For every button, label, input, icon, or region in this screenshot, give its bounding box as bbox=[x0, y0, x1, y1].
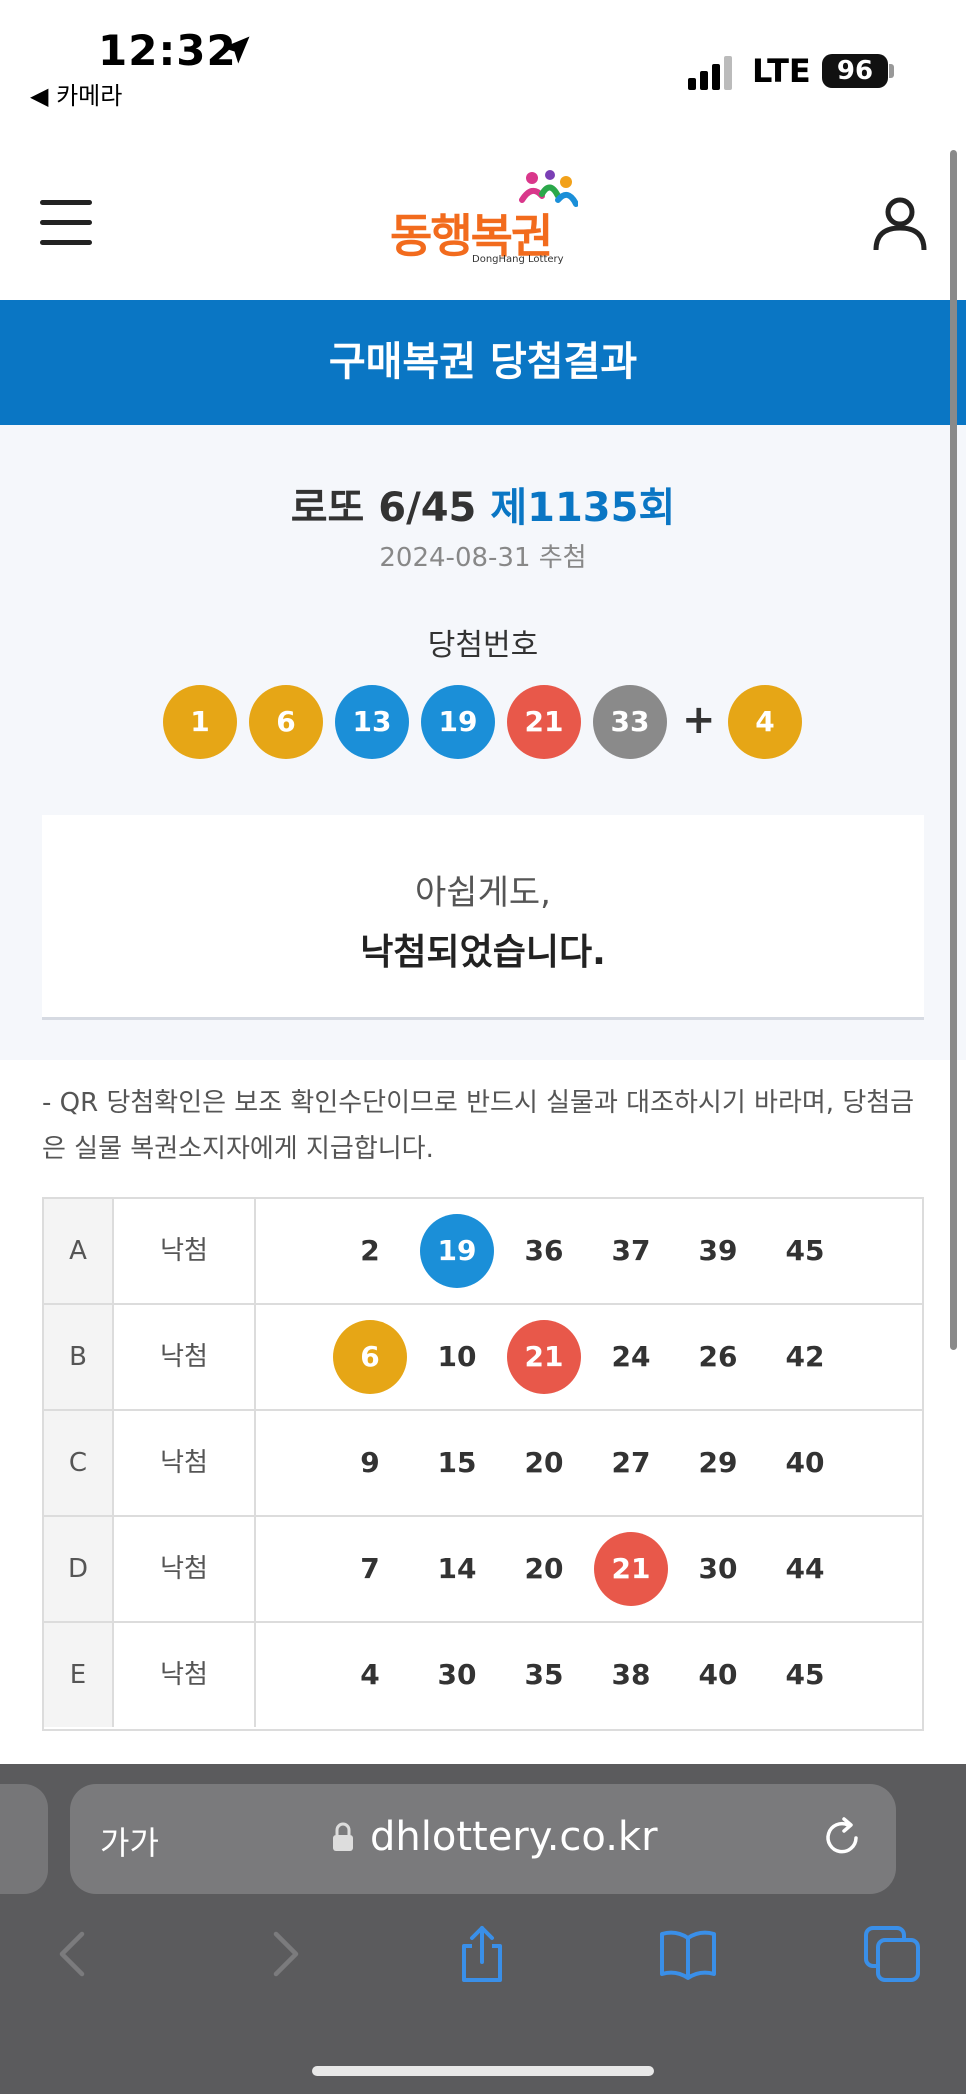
ticket-number: 7 bbox=[360, 1552, 380, 1585]
ticket-number-matched: 6 bbox=[333, 1320, 407, 1394]
ticket-number: 44 bbox=[785, 1552, 825, 1585]
ticket-number: 20 bbox=[524, 1446, 564, 1479]
ticket-number: 29 bbox=[698, 1446, 738, 1479]
share-icon[interactable] bbox=[452, 1924, 512, 1984]
game-result: 낙첨 bbox=[114, 1199, 256, 1303]
ticket-number: 40 bbox=[698, 1658, 738, 1691]
game-result: 낙첨 bbox=[114, 1623, 256, 1727]
ticket-number: 45 bbox=[785, 1658, 825, 1691]
logo-subtitle: DongHang Lottery bbox=[472, 254, 564, 265]
result-message-line1: 아쉽게도, bbox=[415, 873, 551, 913]
ticket-number: 14 bbox=[437, 1552, 477, 1585]
game-result: 낙첨 bbox=[114, 1411, 256, 1515]
forward-chevron-icon[interactable] bbox=[254, 1924, 314, 1984]
site-logo[interactable]: 동행복권 DongHang Lottery bbox=[390, 170, 590, 270]
table-row: A 낙첨 2 19 36 37 39 45 bbox=[44, 1199, 922, 1305]
browser-toolbar: 가가 dhlottery.co.kr bbox=[0, 1764, 966, 2094]
ticket-number: 4 bbox=[360, 1658, 380, 1691]
qr-notice: - QR 당첨확인은 보조 확인수단이므로 반드시 실물과 대조하시기 바라며,… bbox=[42, 1088, 915, 1164]
ticket-number: 35 bbox=[524, 1658, 564, 1691]
winning-ball: 6 bbox=[249, 685, 323, 759]
table-row: B 낙첨 6 10 21 24 26 42 bbox=[44, 1305, 922, 1411]
draw-title: 로또 6/45 제1135회 bbox=[0, 475, 966, 533]
game-id: C bbox=[44, 1411, 114, 1515]
game-id: E bbox=[44, 1623, 114, 1727]
ticket-number: 26 bbox=[698, 1340, 738, 1373]
previous-tab-peek[interactable] bbox=[0, 1784, 48, 1894]
url-text[interactable]: dhlottery.co.kr bbox=[370, 1814, 658, 1860]
ticket-number: 38 bbox=[611, 1658, 651, 1691]
game-result: 낙첨 bbox=[114, 1517, 256, 1621]
game-id: A bbox=[44, 1199, 114, 1303]
bonus-ball: 4 bbox=[728, 685, 802, 759]
winning-ball: 13 bbox=[335, 685, 409, 759]
ticket-number: 36 bbox=[524, 1234, 564, 1267]
status-bar: 12:32 ◀ 카메라 LTE 96 bbox=[0, 0, 966, 120]
draw-round: 제1135회 bbox=[490, 485, 676, 531]
back-to-camera-link[interactable]: ◀ 카메라 bbox=[30, 76, 122, 111]
ticket-number: 45 bbox=[785, 1234, 825, 1267]
menu-icon[interactable] bbox=[40, 200, 92, 245]
ticket-number: 42 bbox=[785, 1340, 825, 1373]
ticket-number: 37 bbox=[611, 1234, 651, 1267]
ticket-number: 27 bbox=[611, 1446, 651, 1479]
location-arrow-icon bbox=[222, 36, 250, 64]
back-chevron-icon[interactable] bbox=[44, 1924, 104, 1984]
home-indicator[interactable] bbox=[312, 2066, 654, 2076]
winning-ball: 33 bbox=[593, 685, 667, 759]
signal-icon bbox=[688, 56, 732, 90]
game-result: 낙첨 bbox=[114, 1305, 256, 1409]
table-row: C 낙첨 9 15 20 27 29 40 bbox=[44, 1411, 922, 1517]
ticket-number: 24 bbox=[611, 1340, 651, 1373]
ticket-number: 15 bbox=[437, 1446, 477, 1479]
clock: 12:32 bbox=[98, 26, 237, 75]
result-card: 아쉽게도, 낙첨되었습니다. bbox=[42, 815, 924, 1020]
table-row: E 낙첨 4 30 35 38 40 45 bbox=[44, 1623, 922, 1729]
tabs-icon[interactable] bbox=[862, 1924, 922, 1984]
lock-icon bbox=[333, 1822, 353, 1851]
page-title: 구매복권 당첨결과 bbox=[0, 300, 966, 425]
draw-result-panel: 로또 6/45 제1135회 2024-08-31 추첨 당첨번호 1 6 13… bbox=[0, 425, 966, 1060]
reload-icon[interactable] bbox=[820, 1816, 864, 1860]
ticket-number: 39 bbox=[698, 1234, 738, 1267]
ticket-table: A 낙첨 2 19 36 37 39 45 B 낙첨 6 10 21 24 26… bbox=[42, 1197, 924, 1731]
user-icon[interactable] bbox=[872, 196, 928, 252]
bookmarks-icon[interactable] bbox=[658, 1924, 718, 1984]
game-id: B bbox=[44, 1305, 114, 1409]
ticket-number: 30 bbox=[437, 1658, 477, 1691]
ticket-number: 2 bbox=[360, 1234, 380, 1267]
game-id: D bbox=[44, 1517, 114, 1621]
bonus-plus-sign: + bbox=[682, 697, 716, 743]
ticket-number-matched: 19 bbox=[420, 1214, 494, 1288]
winning-ball: 19 bbox=[421, 685, 495, 759]
ticket-number: 30 bbox=[698, 1552, 738, 1585]
ticket-number: 10 bbox=[437, 1340, 477, 1373]
site-header: 동행복권 DongHang Lottery bbox=[0, 120, 966, 300]
winning-ball: 1 bbox=[163, 685, 237, 759]
battery-tip bbox=[889, 64, 894, 78]
winning-ball: 21 bbox=[507, 685, 581, 759]
ticket-number: 40 bbox=[785, 1446, 825, 1479]
draw-date: 2024-08-31 추첨 bbox=[379, 543, 587, 573]
address-bar[interactable]: 가가 dhlottery.co.kr bbox=[70, 1784, 896, 1894]
page-scrollbar[interactable] bbox=[950, 150, 957, 1350]
ticket-number-matched: 21 bbox=[507, 1320, 581, 1394]
text-size-button[interactable]: 가가 bbox=[100, 1818, 159, 1864]
result-message-line2: 낙첨되었습니다. bbox=[360, 932, 606, 973]
table-row: D 낙첨 7 14 20 21 30 44 bbox=[44, 1517, 922, 1623]
winning-numbers-label: 당첨번호 bbox=[427, 628, 539, 663]
ticket-number: 9 bbox=[360, 1446, 380, 1479]
network-type: LTE bbox=[752, 52, 811, 90]
ticket-number: 20 bbox=[524, 1552, 564, 1585]
game-name: 로또 6/45 bbox=[290, 485, 477, 531]
battery-icon: 96 bbox=[822, 54, 888, 88]
ticket-number-matched: 21 bbox=[594, 1532, 668, 1606]
